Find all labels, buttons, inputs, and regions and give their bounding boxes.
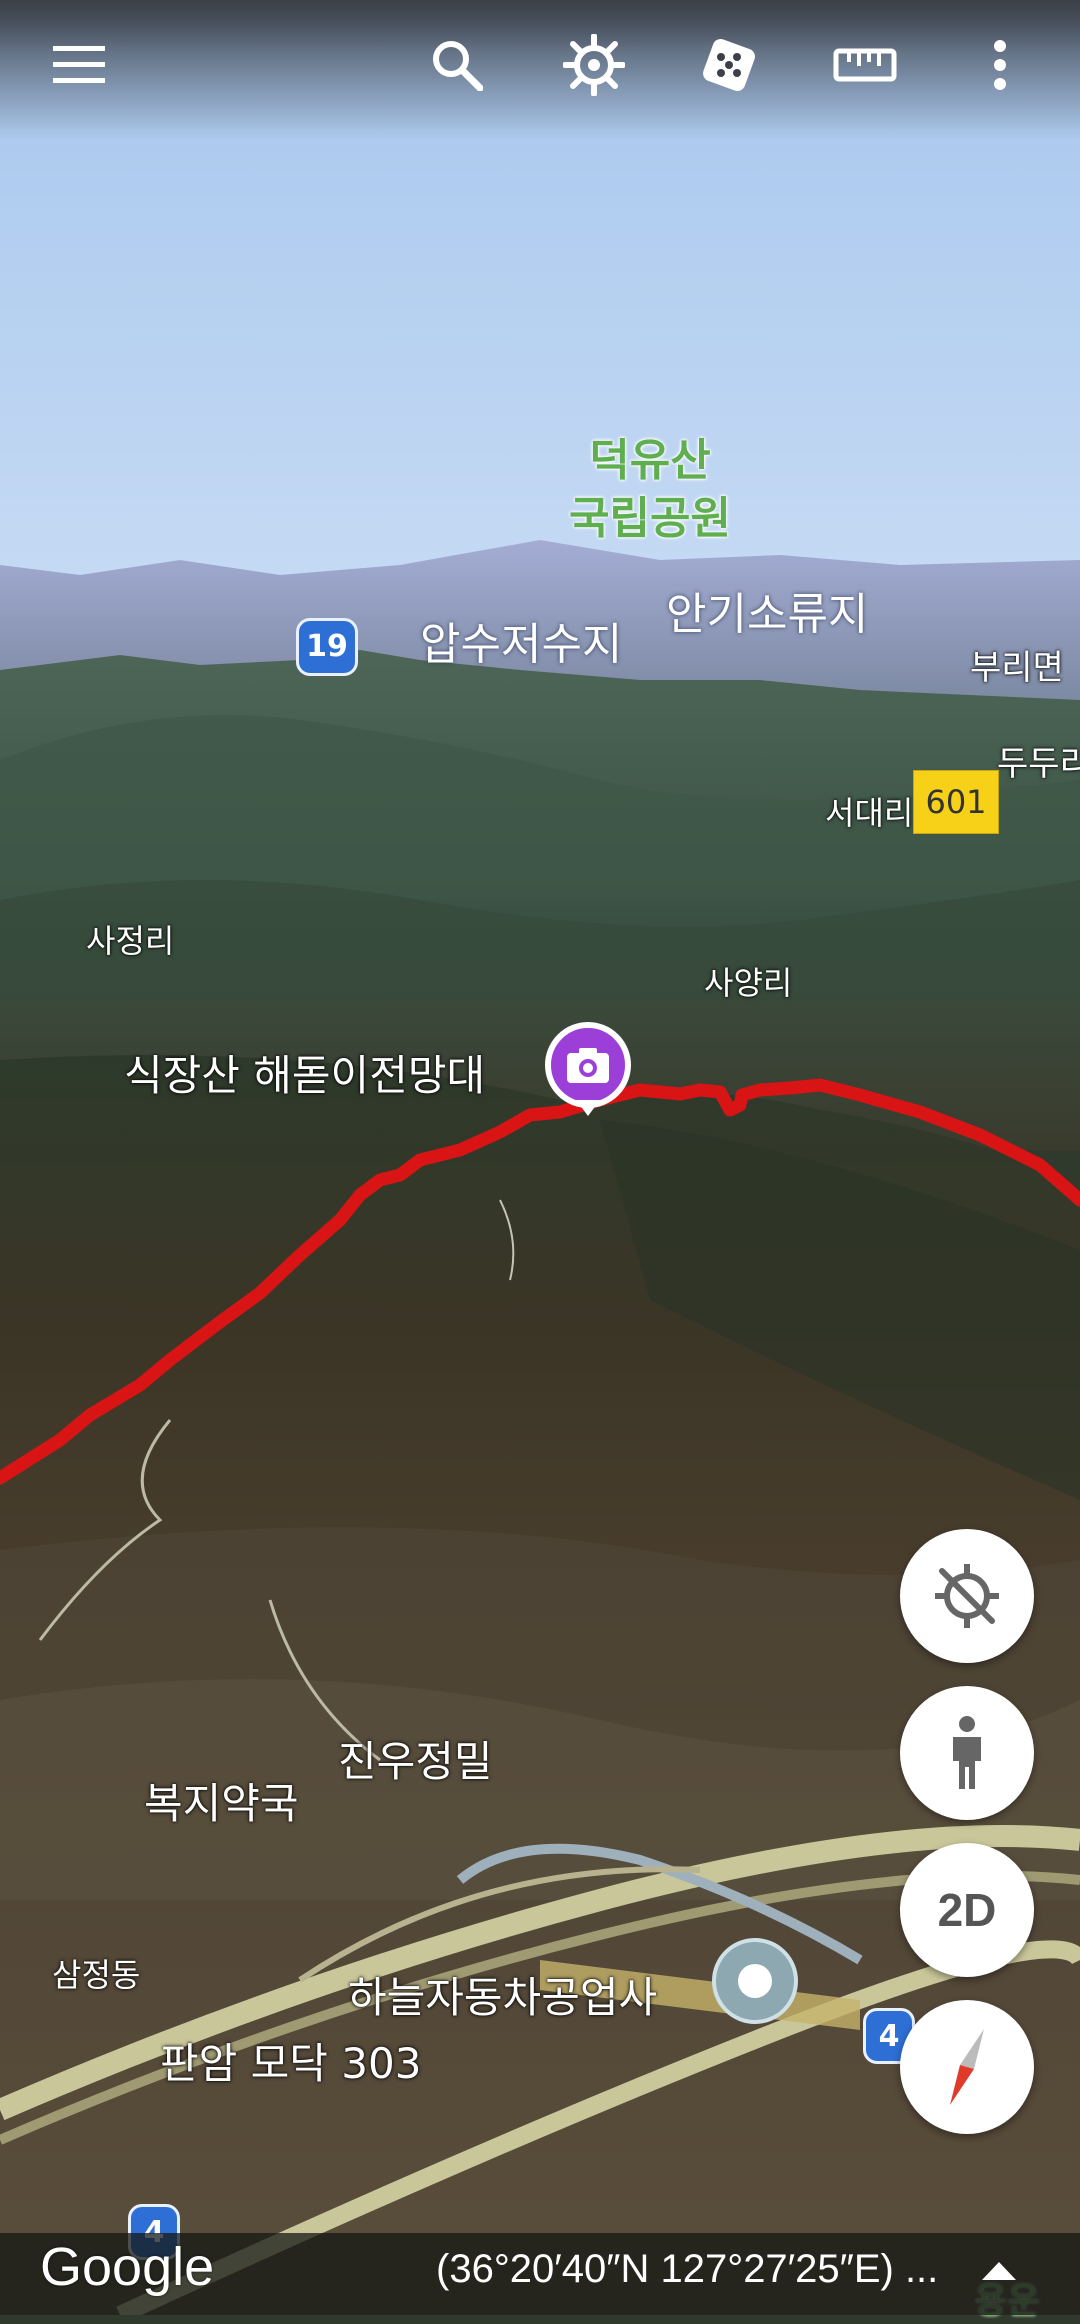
town-label-sajeong[interactable]: 사정리 xyxy=(86,916,174,962)
poi-label-bokji[interactable]: 복지약국 xyxy=(144,1770,299,1831)
photo-marker-tail xyxy=(576,1100,600,1116)
town-label-seodae[interactable]: 서대리 xyxy=(825,788,913,834)
place-marker-dot xyxy=(738,1964,772,1998)
place-marker[interactable] xyxy=(712,1938,798,2024)
compass-button[interactable] xyxy=(900,2000,1034,2134)
route-shield-601: 601 xyxy=(913,770,999,834)
search-button[interactable] xyxy=(412,20,502,110)
menu-button[interactable] xyxy=(34,20,124,110)
town-label-dudu[interactable]: 두두리 xyxy=(997,736,1080,785)
more-icon xyxy=(994,40,1006,90)
measure-icon xyxy=(833,48,897,82)
toggle-2d-label: 2D xyxy=(937,1884,997,1936)
feeling-lucky-icon xyxy=(703,39,755,91)
route-shield-19: 19 xyxy=(296,618,358,676)
coordinates-readout[interactable]: (36°20′40″N 127°27′25″E) ... xyxy=(436,2247,938,2292)
voyager-icon xyxy=(563,34,625,96)
camera-icon xyxy=(567,1048,609,1083)
google-logo: Google xyxy=(40,2237,215,2297)
voyager-button[interactable] xyxy=(549,20,639,110)
feeling-lucky-button[interactable] xyxy=(684,20,774,110)
expand-info-chevron-icon[interactable] xyxy=(982,2262,1016,2280)
town-label-sayang[interactable]: 사양리 xyxy=(704,958,792,1004)
poi-label-panam[interactable]: 판암 모닥 303 xyxy=(160,2030,421,2091)
lake-label-angiso[interactable]: 안기소류지 xyxy=(666,578,868,642)
poi-label-photo-place[interactable]: 식장산 해돋이전망대 xyxy=(124,1042,485,1103)
menu-icon xyxy=(53,46,105,83)
top-toolbar xyxy=(0,0,1080,140)
park-label-line1: 덕유산 xyxy=(589,435,711,486)
photo-marker[interactable] xyxy=(545,1022,631,1108)
park-label-line2: 국립공원 xyxy=(569,493,731,544)
town-label-burimyeon[interactable]: 부리면 xyxy=(970,640,1064,689)
street-view-icon xyxy=(953,1716,981,1789)
poi-label-jinwoo[interactable]: 진우정밀 xyxy=(338,1728,493,1789)
toggle-2d-button[interactable]: 2D xyxy=(900,1843,1034,1977)
more-options-button[interactable] xyxy=(955,20,1045,110)
town-label-samjeong[interactable]: 삼정동 xyxy=(52,1950,140,1996)
lake-label-apsu[interactable]: 압수저수지 xyxy=(420,608,622,672)
search-icon xyxy=(433,41,483,91)
street-view-button[interactable] xyxy=(900,1686,1034,1820)
measure-button[interactable] xyxy=(820,20,910,110)
park-label[interactable]: 덕유산 국립공원 xyxy=(555,432,745,548)
compass-icon xyxy=(950,2029,984,2105)
my-location-button[interactable] xyxy=(900,1529,1034,1663)
location-off-icon xyxy=(935,1564,999,1628)
poi-label-haneul[interactable]: 하늘자동차공업사 xyxy=(348,1964,657,2025)
